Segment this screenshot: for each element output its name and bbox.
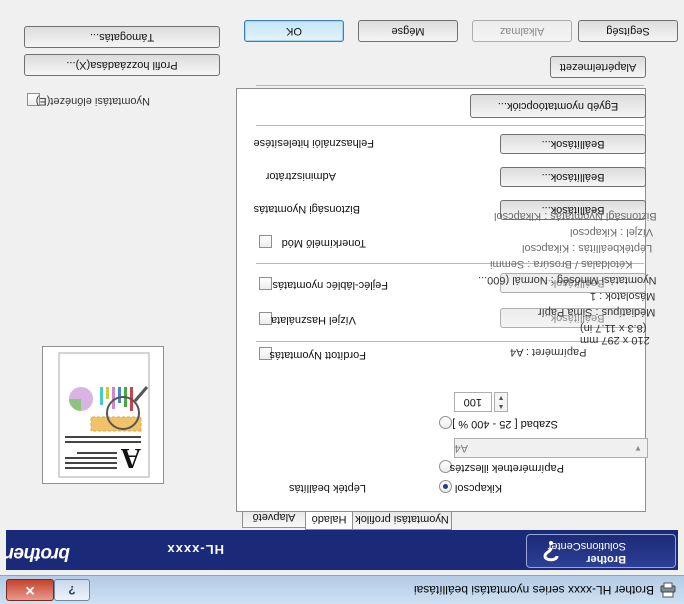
model-name: HL-xxxx bbox=[166, 542, 224, 557]
summary-media-type: Médiatípus : Sima Papír bbox=[538, 306, 656, 318]
toner-save-checkbox[interactable] bbox=[259, 235, 272, 248]
header-footer-checkbox[interactable] bbox=[259, 277, 272, 290]
cancel-button[interactable]: Mégse bbox=[358, 20, 458, 42]
window-title: Brother HL-xxxx series nyomtatási beállí… bbox=[413, 583, 654, 597]
other-options-button[interactable]: Egyéb nyomtatóopciók... bbox=[470, 94, 646, 118]
summary-secure-print: Biztonsági Nyomtatás : Kikapcsol bbox=[494, 210, 657, 222]
help-button[interactable]: Segítség bbox=[578, 20, 678, 42]
user-auth-label: Felhasználói hitelesítése bbox=[253, 137, 374, 149]
user-auth-settings-button[interactable]: Beállítások... bbox=[500, 134, 646, 154]
scaling-radio-free[interactable] bbox=[439, 416, 452, 429]
summary-duplex: Kétoldalas / Brosúra : Semmi bbox=[490, 258, 633, 270]
scaling-option-off: Kikapcsol bbox=[454, 482, 502, 494]
default-button[interactable]: Alapértelmezett bbox=[550, 56, 646, 78]
title-help-button[interactable]: ? bbox=[54, 579, 90, 601]
paper-fit-select[interactable] bbox=[454, 438, 648, 458]
print-preview-thumbnail: A bbox=[42, 346, 164, 484]
scaling-radio-off[interactable] bbox=[439, 480, 452, 493]
scaling-label: Lépték beállítás bbox=[288, 482, 366, 494]
summary-paper-mm: 210 x 297 mm bbox=[580, 334, 650, 346]
summary-paper-size: Papírméret : A4 bbox=[510, 346, 587, 358]
brother-logo: brother bbox=[7, 543, 70, 564]
solutions-center-brand: Brother bbox=[586, 553, 626, 565]
tab-print-profiles[interactable]: Nyomtatási profilok bbox=[352, 509, 452, 530]
support-button[interactable]: Támogatás... bbox=[24, 26, 220, 48]
summary-print-quality: Nyomtatási Minőség : Normál (600... bbox=[478, 274, 657, 286]
apply-button[interactable]: Alkalmaz bbox=[472, 20, 572, 42]
spin-arrows-icon[interactable]: ▲ ▼ bbox=[494, 392, 508, 412]
summary-copies: Másolatok : 1 bbox=[590, 290, 656, 302]
divider bbox=[256, 125, 644, 126]
paper-fit-value: A4 bbox=[454, 442, 468, 454]
svg-text:A: A bbox=[120, 442, 141, 473]
scaling-option-free: Szabad [ 25 - 400 % ] bbox=[452, 418, 558, 430]
add-profile-button[interactable]: Profil hozzáadása(X)... bbox=[24, 54, 220, 76]
summary-watermark: Vízjel : Kikapcsol bbox=[570, 226, 654, 238]
divider bbox=[256, 85, 644, 86]
watermark-label: Vízjel Használata bbox=[271, 314, 356, 326]
printer-icon bbox=[660, 582, 676, 598]
dropdown-arrow-icon: ▼ bbox=[634, 444, 642, 453]
secure-print-label: Biztonsági Nyomtatás bbox=[253, 203, 360, 215]
preview-label: Nyomtatási előnézet(E) bbox=[35, 95, 150, 107]
scale-percent-value: 100 bbox=[463, 396, 482, 408]
administrator-settings-button[interactable]: Beállítások... bbox=[500, 167, 646, 187]
scaling-option-fit: Papírméretnek illesztés bbox=[449, 462, 564, 474]
ok-button[interactable]: OK bbox=[244, 20, 344, 42]
solutions-center-label: SolutionsCenter bbox=[547, 540, 626, 552]
summary-paper-in: (8.3 x 11.7 in) bbox=[580, 322, 647, 334]
close-button[interactable]: ✕ bbox=[6, 579, 54, 601]
summary-scaling: Léptékbeállítás : Kikapcsol bbox=[522, 242, 653, 254]
toner-save-label: Tonerkímélő Mód bbox=[281, 237, 366, 249]
header-footer-label: Fejléc-lábléc nyomtatás bbox=[272, 279, 388, 291]
reverse-print-label: Fordított Nyomtatás bbox=[269, 349, 366, 361]
administrator-label: Adminisztrátor bbox=[265, 170, 336, 182]
